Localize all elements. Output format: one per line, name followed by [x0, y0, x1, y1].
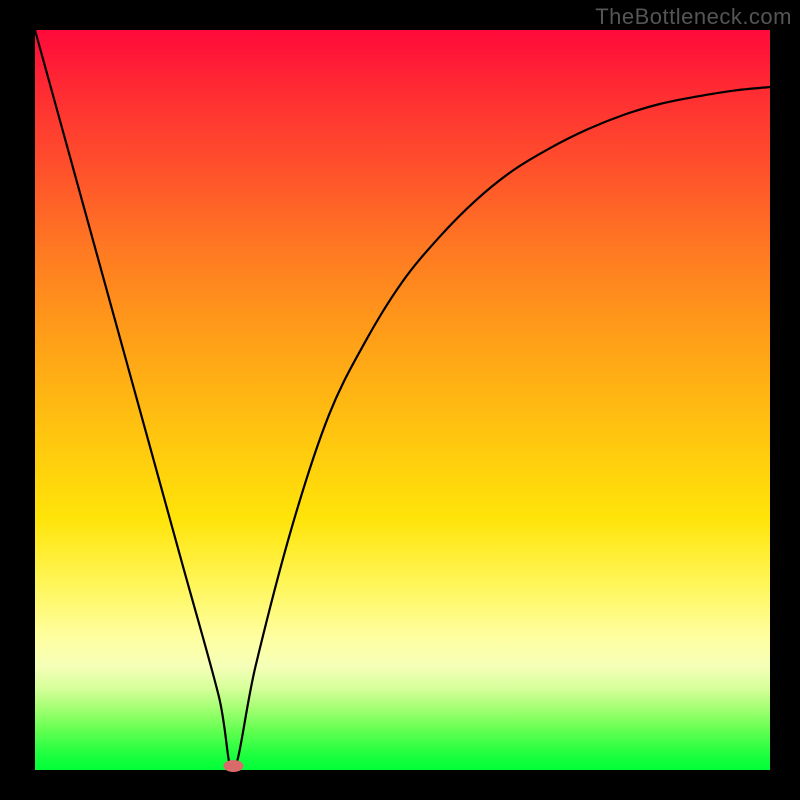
curve-svg: [35, 30, 770, 770]
bottleneck-curve-path: [35, 30, 770, 770]
minimum-marker: [223, 760, 243, 772]
chart-frame: TheBottleneck.com: [0, 0, 800, 800]
watermark-text: TheBottleneck.com: [595, 4, 792, 30]
plot-area: [35, 30, 770, 770]
